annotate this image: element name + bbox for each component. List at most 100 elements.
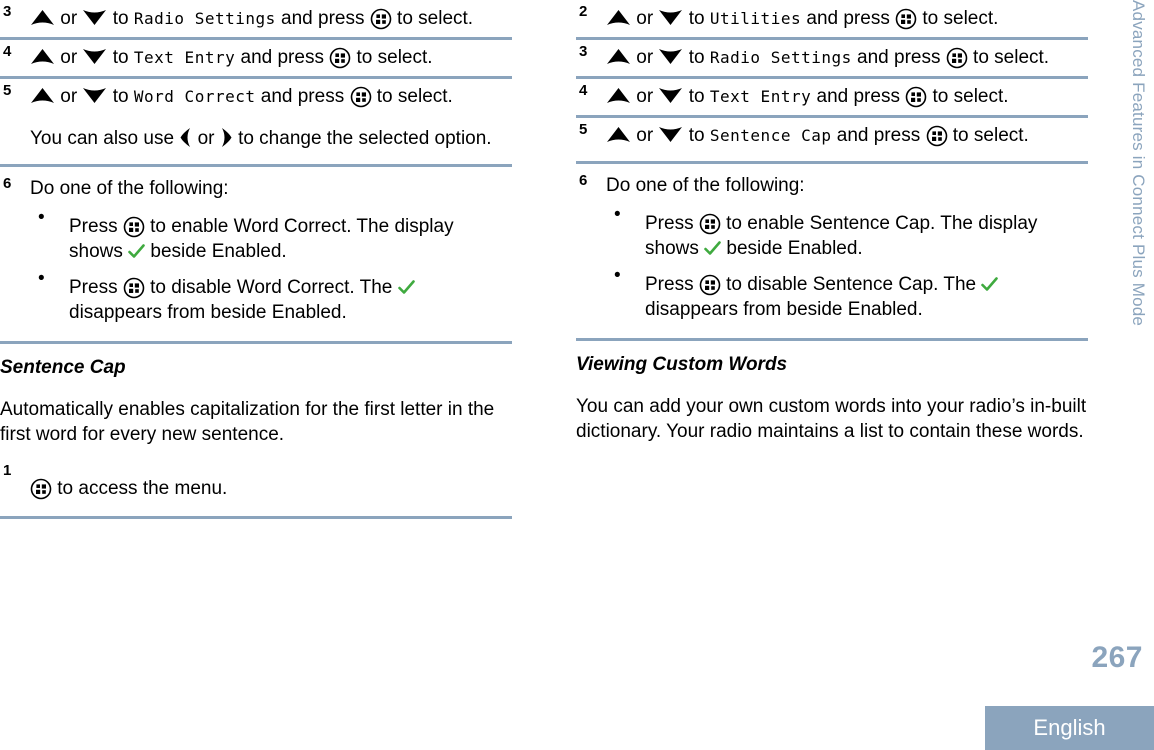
step-text: or to Text Entry and press to select. bbox=[30, 45, 512, 70]
step-item: 6 Do one of the following: Press to enab… bbox=[576, 164, 1088, 330]
green-checkmark-icon bbox=[981, 276, 999, 293]
step-item: 4 or to Text Entry and press to select. bbox=[576, 79, 1088, 115]
section-heading: Sentence Cap bbox=[0, 357, 126, 378]
bullet-text: Press to enable Sentence Cap. The displa… bbox=[645, 211, 1088, 261]
step-item: 3 or to Radio Settings and press to sele… bbox=[576, 40, 1088, 76]
step-number: 6 bbox=[3, 175, 12, 192]
step-tail: to select. bbox=[922, 8, 999, 29]
step-number: 2 bbox=[579, 3, 588, 20]
to-label: to bbox=[688, 47, 705, 68]
menu-item-name: Sentence Cap bbox=[709, 126, 832, 145]
step-item: 4 or to Text Entry and press to select. bbox=[0, 40, 512, 76]
step-tail: to select. bbox=[397, 8, 474, 29]
menu-button-icon bbox=[926, 125, 948, 147]
step-item: 3 or to Radio Settings and press to sele… bbox=[0, 0, 512, 37]
section-block: Sentence Cap Automatically enables capit… bbox=[0, 357, 512, 447]
step-text: or to Sentence Cap and press to select. bbox=[606, 123, 1088, 148]
and-press-label: and press bbox=[857, 47, 941, 68]
bullet-pre: Press bbox=[645, 274, 694, 295]
menu-button-icon bbox=[123, 216, 145, 238]
bullet-text: Press to enable Word Correct. The displa… bbox=[69, 214, 512, 264]
up-arrow-icon bbox=[606, 86, 631, 105]
green-checkmark-icon bbox=[128, 243, 145, 260]
to-label: to bbox=[112, 8, 129, 29]
menu-button-icon bbox=[946, 47, 968, 69]
step-number: 3 bbox=[579, 43, 588, 60]
section-heading: Viewing Custom Words bbox=[576, 354, 788, 375]
step-item: 1 to access the menu. bbox=[0, 447, 512, 507]
step-item: 2 or to Utilities and press to select. bbox=[576, 0, 1088, 37]
step-number: 4 bbox=[3, 43, 12, 60]
step-number: 4 bbox=[579, 82, 588, 99]
menu-button-icon bbox=[370, 8, 392, 30]
step-number: 5 bbox=[3, 82, 12, 99]
menu-item-name: Text Entry bbox=[709, 87, 812, 106]
step-intro: Do one of the following: bbox=[30, 178, 229, 199]
step-tail: to select. bbox=[356, 47, 433, 68]
step-text: to access the menu. bbox=[30, 464, 512, 501]
down-arrow-icon bbox=[82, 86, 107, 105]
section-paragraph: You can add your own custom words into y… bbox=[576, 396, 1087, 442]
menu-button-icon bbox=[30, 478, 52, 500]
step-number: 3 bbox=[3, 3, 12, 20]
bullet-list: Press to enable Sentence Cap. The displa… bbox=[606, 202, 1088, 322]
and-press-label: and press bbox=[816, 86, 900, 107]
up-arrow-icon bbox=[606, 47, 631, 66]
right-arrow-icon bbox=[220, 127, 233, 148]
step-text: or to Utilities and press to select. bbox=[606, 6, 1088, 31]
menu-button-icon bbox=[699, 274, 721, 296]
step-tail: to select. bbox=[376, 86, 453, 107]
final-step-text: to access the menu. bbox=[57, 478, 228, 499]
bullet-list: Press to enable Word Correct. The displa… bbox=[30, 205, 512, 325]
note-post: to change the selected option. bbox=[238, 128, 492, 149]
bullet-text: Press to disable Word Correct. The disap… bbox=[69, 275, 512, 325]
menu-button-icon bbox=[123, 277, 145, 299]
list-item: Press to enable Sentence Cap. The displa… bbox=[606, 202, 1088, 261]
to-label: to bbox=[688, 8, 705, 29]
or-label: or bbox=[636, 8, 654, 29]
down-arrow-icon bbox=[658, 86, 683, 105]
to-label: to bbox=[112, 47, 129, 68]
and-press-label: and press bbox=[806, 8, 890, 29]
note-pre: You can also use bbox=[30, 128, 175, 149]
page-number: 267 bbox=[1091, 641, 1143, 674]
language-tab: English bbox=[985, 706, 1154, 750]
down-arrow-icon bbox=[658, 8, 683, 27]
green-checkmark-icon bbox=[704, 240, 721, 257]
green-checkmark-icon bbox=[397, 279, 415, 296]
down-arrow-icon bbox=[82, 47, 107, 66]
bullet-post: beside Enabled. bbox=[150, 241, 287, 262]
step-text: Do one of the following: Press to enable… bbox=[606, 173, 1088, 322]
running-head: Advanced Features in Connect Plus Mode bbox=[1129, 0, 1148, 327]
manual-page: 3 or to Radio Settings and press to sele… bbox=[0, 0, 1154, 750]
and-press-label: and press bbox=[260, 86, 345, 107]
left-arrow-icon bbox=[179, 127, 192, 148]
step-text: or to Radio Settings and press to select… bbox=[606, 45, 1088, 70]
section-paragraph: Automatically enables capitalization for… bbox=[0, 399, 495, 445]
menu-button-icon bbox=[905, 86, 927, 108]
step-item: 5 or to Word Correct and press to select… bbox=[0, 79, 512, 157]
menu-item-name: Utilities bbox=[709, 9, 802, 28]
or-label: or bbox=[60, 86, 78, 107]
step-number: 6 bbox=[579, 172, 588, 189]
menu-item-name: Word Correct bbox=[133, 87, 256, 106]
menu-item-name: Radio Settings bbox=[709, 48, 852, 67]
step-number: 5 bbox=[579, 121, 588, 138]
bullet-pre: Press bbox=[645, 213, 694, 234]
menu-button-icon bbox=[699, 213, 721, 235]
step-text: or to Text Entry and press to select. bbox=[606, 84, 1088, 109]
or-label: or bbox=[636, 125, 654, 146]
menu-item-name: Text Entry bbox=[133, 48, 236, 67]
up-arrow-icon bbox=[606, 125, 631, 144]
menu-button-icon bbox=[329, 47, 351, 69]
to-label: to bbox=[112, 86, 129, 107]
list-item: Press to enable Word Correct. The displa… bbox=[30, 205, 512, 264]
language-tab-label: English bbox=[1033, 715, 1106, 740]
step-tail: to select. bbox=[952, 125, 1029, 146]
separator bbox=[576, 338, 1088, 341]
separator bbox=[0, 341, 512, 344]
up-arrow-icon bbox=[30, 47, 55, 66]
up-arrow-icon bbox=[30, 86, 55, 105]
bullet-mid: to disable Sentence Cap. The bbox=[726, 274, 977, 295]
bullet-post: disappears from beside Enabled. bbox=[645, 299, 923, 320]
